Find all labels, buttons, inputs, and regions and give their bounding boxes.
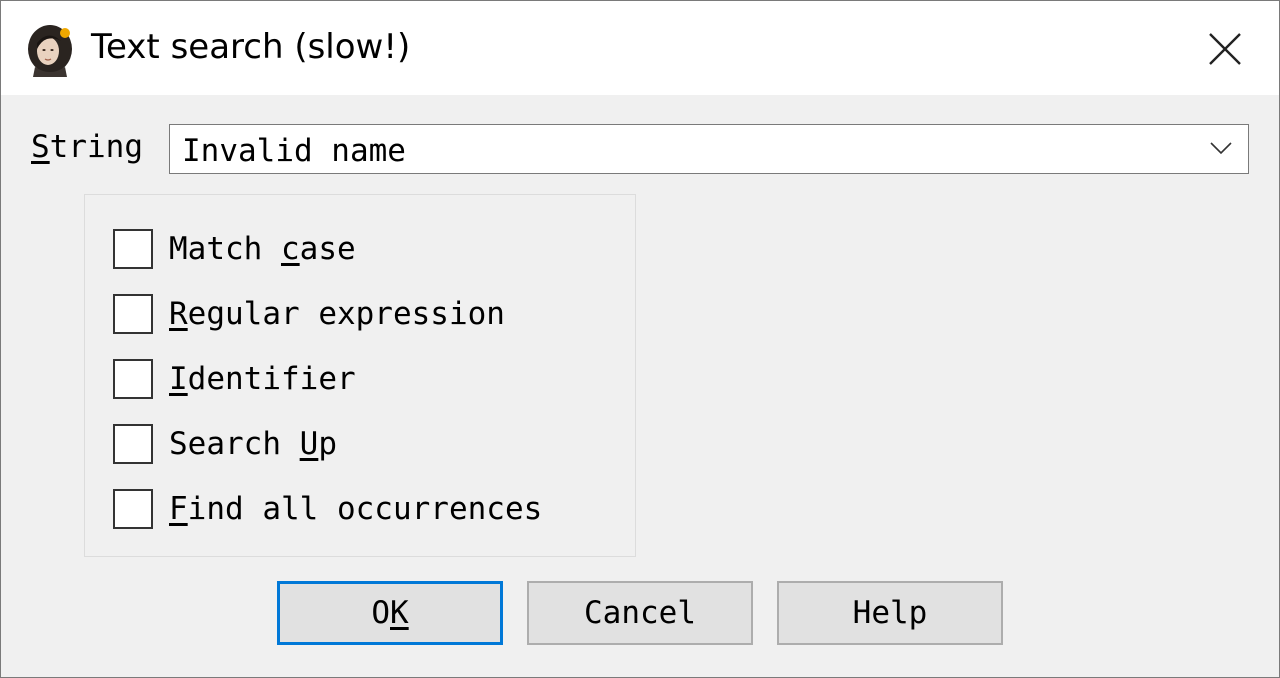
- regular-expression-option[interactable]: Regular expression: [113, 292, 613, 334]
- string-combobox[interactable]: Invalid name: [169, 124, 1249, 174]
- match-case-checkbox[interactable]: [113, 229, 153, 269]
- regular-expression-checkbox[interactable]: [113, 294, 153, 334]
- identifier-checkbox[interactable]: [113, 359, 153, 399]
- find-all-occurrences-option[interactable]: Find all occurrences: [113, 487, 613, 529]
- close-button[interactable]: [1197, 23, 1253, 75]
- chevron-down-icon[interactable]: [1210, 141, 1232, 160]
- match-case-option[interactable]: Match case: [113, 227, 613, 269]
- close-icon: [1209, 33, 1241, 65]
- search-up-option[interactable]: Search Up: [113, 422, 613, 464]
- regular-expression-label: Regular expression: [169, 296, 505, 332]
- identifier-label: Identifier: [169, 361, 356, 397]
- text-search-dialog: Text search (slow!) String Invalid name …: [0, 0, 1280, 678]
- help-button[interactable]: Help: [777, 581, 1003, 645]
- search-up-label: Search Up: [169, 426, 337, 462]
- cancel-button[interactable]: Cancel: [527, 581, 753, 645]
- find-all-occurrences-label: Find all occurrences: [169, 491, 543, 527]
- identifier-option[interactable]: Identifier: [113, 357, 613, 399]
- match-case-label: Match case: [169, 231, 356, 267]
- ok-button[interactable]: OK: [277, 581, 503, 645]
- search-options-group: Match case Regular expression Identifier…: [84, 194, 636, 557]
- string-label: String: [31, 129, 143, 165]
- portrait-app-icon: [23, 23, 77, 77]
- search-up-checkbox[interactable]: [113, 424, 153, 464]
- string-input[interactable]: Invalid name: [182, 133, 406, 169]
- title-bar: Text search (slow!): [1, 1, 1279, 95]
- find-all-occurrences-checkbox[interactable]: [113, 489, 153, 529]
- dialog-title: Text search (slow!): [91, 27, 411, 67]
